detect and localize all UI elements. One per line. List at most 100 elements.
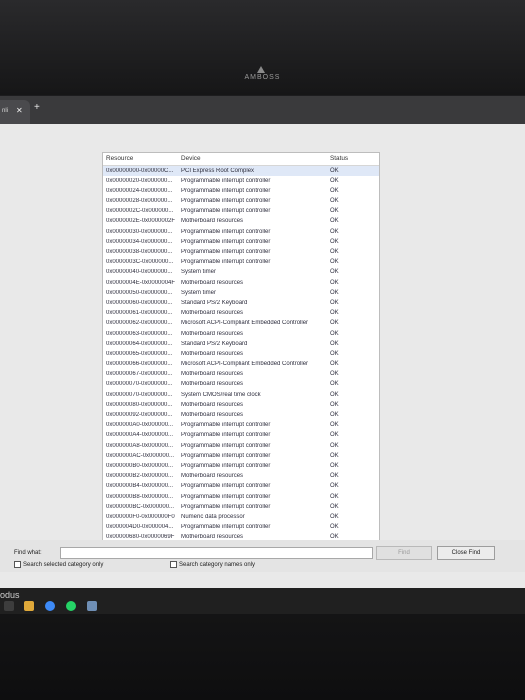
- search-selected-category-option[interactable]: Search selected category only: [14, 561, 103, 568]
- status-cell: OK: [330, 238, 339, 245]
- status-cell: OK: [330, 442, 339, 449]
- device-cell: Programmable interrupt controller: [181, 187, 271, 194]
- table-row[interactable]: 0x00000020-0x000000... Programmable inter…: [103, 176, 379, 186]
- resource-cell: 0x000000BC-0x000000...: [106, 503, 175, 510]
- resource-cell: 0x00000050-0x000000...: [106, 289, 173, 296]
- resource-cell: 0x000000A0-0x000000...: [106, 422, 174, 429]
- table-row[interactable]: 0x000000B2-0x000000... Motherboard resour…: [103, 472, 379, 482]
- device-cell: Programmable interrupt controller: [181, 524, 271, 531]
- device-cell: Programmable interrupt controller: [181, 452, 271, 459]
- table-row[interactable]: 0x00000065-0x000000... Motherboard resour…: [103, 349, 379, 359]
- table-row[interactable]: 0x000000A0-0x000000... Programmable inter…: [103, 421, 379, 431]
- laptop-bezel-top: AMBOSS: [0, 0, 525, 95]
- table-row[interactable]: 0x00000092-0x000000... Motherboard resour…: [103, 411, 379, 421]
- table-row[interactable]: 0x00000061-0x000000... Motherboard resour…: [103, 309, 379, 319]
- find-button[interactable]: Find: [376, 546, 432, 560]
- table-row[interactable]: 0x000004D0-0x000004... Programmable inter…: [103, 523, 379, 533]
- taskbar-app-icon[interactable]: [4, 601, 14, 611]
- table-row[interactable]: 0x0000004E-0x0000004F Motherboard resourc…: [103, 278, 379, 288]
- resource-cell: 0x00000066-0x000000...: [106, 361, 173, 368]
- table-row[interactable]: 0x00000034-0x000000... Programmable inter…: [103, 237, 379, 247]
- close-find-button[interactable]: Close Find: [437, 546, 495, 560]
- chrome-icon[interactable]: [45, 601, 55, 611]
- resource-cell: 0x000000B0-0x000000...: [106, 462, 174, 469]
- status-cell: OK: [330, 422, 339, 429]
- table-row[interactable]: 0x000000F0-0x000000F0 Numeric data proces…: [103, 512, 379, 522]
- table-row[interactable]: 0x00000040-0x000000... System timer OK: [103, 268, 379, 278]
- resource-cell: 0x000000B2-0x000000...: [106, 473, 174, 480]
- table-row[interactable]: 0x00000064-0x000000... Standard PS/2 Keyb…: [103, 339, 379, 349]
- device-cell: Programmable interrupt controller: [181, 422, 271, 429]
- resource-cell: 0x000004D0-0x000004...: [106, 524, 174, 531]
- table-row[interactable]: 0x00000050-0x000000... System timer OK: [103, 288, 379, 298]
- table-row[interactable]: 0x00000080-0x000000... Motherboard resour…: [103, 400, 379, 410]
- column-header-device[interactable]: Device: [181, 155, 201, 162]
- resource-list[interactable]: Resource Device Status 0x00000000-0x0000…: [102, 152, 380, 542]
- search-selected-category-checkbox[interactable]: [14, 561, 21, 568]
- status-cell: OK: [330, 228, 339, 235]
- table-row[interactable]: 0x00000060-0x000000... Standard PS/2 Keyb…: [103, 298, 379, 308]
- status-cell: OK: [330, 177, 339, 184]
- table-row[interactable]: 0x00000030-0x000000... Programmable inter…: [103, 227, 379, 237]
- device-cell: Motherboard resources: [181, 279, 244, 286]
- table-row[interactable]: 0x00000062-0x000000... Microsoft ACPI-Com…: [103, 319, 379, 329]
- resource-cell: 0x00000064-0x000000...: [106, 340, 173, 347]
- taskbar-text: odus: [0, 590, 20, 600]
- table-row[interactable]: 0x00000028-0x000000... Programmable inter…: [103, 197, 379, 207]
- browser-tab[interactable]: nli ✕: [0, 100, 30, 124]
- status-cell: OK: [330, 198, 339, 205]
- table-row[interactable]: 0x0000002C-0x000000... Programmable inter…: [103, 207, 379, 217]
- status-cell: OK: [330, 320, 339, 327]
- table-row[interactable]: 0x00000066-0x000000... Microsoft ACPI-Com…: [103, 360, 379, 370]
- table-row[interactable]: 0x000000B8-0x000000... Programmable inter…: [103, 492, 379, 502]
- status-cell: OK: [330, 310, 339, 317]
- list-rows: 0x00000000-0x00000C... PCI Express Root C…: [103, 166, 379, 541]
- search-selected-category-label: Search selected category only: [23, 562, 104, 569]
- table-row[interactable]: 0x000000A8-0x000000... Programmable inter…: [103, 441, 379, 451]
- table-row[interactable]: 0x0000002E-0x0000002F Motherboard resourc…: [103, 217, 379, 227]
- search-category-names-option[interactable]: Search category names only: [170, 561, 255, 568]
- column-header-resource[interactable]: Resource: [106, 155, 133, 162]
- table-row[interactable]: 0x00000000-0x00000C... PCI Express Root C…: [103, 166, 379, 177]
- table-row[interactable]: 0x000000BC-0x000000... Programmable inter…: [103, 502, 379, 512]
- table-row[interactable]: 0x000000AC-0x000000... Programmable inter…: [103, 451, 379, 461]
- resource-cell: 0x00000040-0x000000...: [106, 269, 173, 276]
- new-tab-icon[interactable]: +: [34, 102, 40, 113]
- device-cell: Motherboard resources: [181, 310, 244, 317]
- column-header-status[interactable]: Status: [330, 155, 348, 162]
- table-row[interactable]: 0x00000070-0x000000... System CMOS/real t…: [103, 390, 379, 400]
- resource-cell: 0x00000063-0x000000...: [106, 330, 173, 337]
- status-cell: OK: [330, 340, 339, 347]
- device-cell: Programmable interrupt controller: [181, 238, 271, 245]
- device-cell: Programmable interrupt controller: [181, 442, 271, 449]
- resource-cell: 0x00000028-0x000000...: [106, 198, 173, 205]
- brand-label: AMBOSS: [244, 74, 281, 81]
- table-row[interactable]: 0x00000067-0x000000... Motherboard resour…: [103, 370, 379, 380]
- close-tab-icon[interactable]: ✕: [16, 106, 23, 115]
- resource-cell: 0x000000B8-0x000000...: [106, 493, 174, 500]
- table-row[interactable]: 0x00000070-0x000000... Motherboard resour…: [103, 380, 379, 390]
- device-cell: Motherboard resources: [181, 330, 244, 337]
- table-row[interactable]: 0x0000003C-0x000000... Programmable inter…: [103, 258, 379, 268]
- device-cell: Programmable interrupt controller: [181, 259, 271, 266]
- search-category-names-checkbox[interactable]: [170, 561, 177, 568]
- table-row[interactable]: 0x000000A4-0x000000... Programmable inter…: [103, 431, 379, 441]
- table-row[interactable]: 0x00000063-0x000000... Motherboard resour…: [103, 329, 379, 339]
- table-row[interactable]: 0x000000B0-0x000000... Programmable inter…: [103, 461, 379, 471]
- status-cell: OK: [330, 269, 339, 276]
- device-manager-icon[interactable]: [87, 601, 97, 611]
- whatsapp-icon[interactable]: [66, 601, 76, 611]
- device-cell: Motherboard resources: [181, 218, 244, 225]
- status-cell: OK: [330, 493, 339, 500]
- device-cell: Programmable interrupt controller: [181, 432, 271, 439]
- table-row[interactable]: 0x000000B4-0x000000... Programmable inter…: [103, 482, 379, 492]
- table-row[interactable]: 0x00000038-0x000000... Programmable inter…: [103, 248, 379, 258]
- status-cell: OK: [330, 167, 339, 174]
- file-explorer-icon[interactable]: [24, 601, 34, 611]
- device-cell: Motherboard resources: [181, 401, 244, 408]
- table-row[interactable]: 0x00000024-0x000000... Programmable inter…: [103, 186, 379, 196]
- resource-cell: 0x00000062-0x000000...: [106, 320, 173, 327]
- find-input[interactable]: [60, 547, 373, 559]
- browser-tab-bar: nli ✕ +: [0, 96, 525, 124]
- device-cell: Programmable interrupt controller: [181, 483, 271, 490]
